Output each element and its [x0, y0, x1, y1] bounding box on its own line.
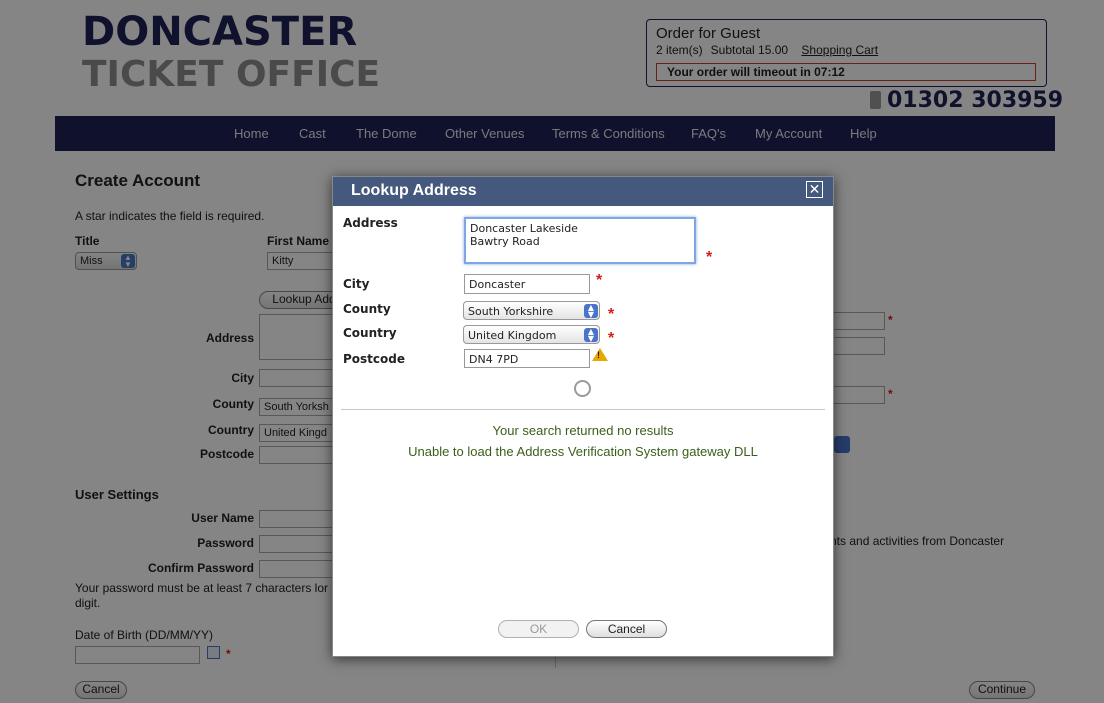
warning-icon [592, 348, 608, 361]
ok-button[interactable]: OK [498, 620, 579, 638]
county-required-star: * [608, 306, 615, 323]
dialog-postcode-label: Postcode [343, 352, 406, 366]
dialog-county-select[interactable]: South Yorkshire ▲ ▼ [463, 301, 600, 320]
dialog-address-textarea[interactable]: Doncaster Lakeside Bawtry Road [464, 217, 696, 264]
warning-icon-mark: ! [597, 350, 600, 360]
dialog-cancel-button[interactable]: Cancel [586, 620, 667, 638]
dialog-country-select[interactable]: United Kingdom ▲ ▼ [463, 325, 600, 344]
select-arrows-icon: ▲ ▼ [584, 304, 598, 319]
dialog-address-line1: Doncaster Lakeside [470, 222, 578, 235]
no-results-message: Your search returned no results [492, 423, 674, 438]
close-icon[interactable]: ✕ [806, 181, 823, 198]
dialog-postcode-field[interactable]: DN4 7PD [464, 349, 590, 368]
dialog-address-label: Address [343, 216, 398, 230]
city-required-star: * [596, 272, 603, 289]
dialog-country-label: Country [343, 326, 397, 340]
address-required-star: * [706, 249, 713, 266]
loading-spinner-icon [574, 380, 591, 397]
gateway-error-message: Unable to load the Address Verification … [408, 444, 758, 459]
country-required-star: * [608, 330, 615, 347]
dialog-county-value: South Yorkshire [468, 305, 554, 318]
dialog-title: Lookup Address [351, 182, 477, 199]
dialog-county-label: County [343, 302, 391, 316]
dialog-separator [341, 409, 825, 410]
dialog-country-value: United Kingdom [468, 329, 557, 342]
dialog-city-field[interactable]: Doncaster [464, 274, 590, 294]
dialog-city-label: City [343, 277, 370, 291]
dialog-address-line2: Bawtry Road [470, 235, 540, 248]
select-arrows-icon: ▲ ▼ [584, 328, 598, 343]
